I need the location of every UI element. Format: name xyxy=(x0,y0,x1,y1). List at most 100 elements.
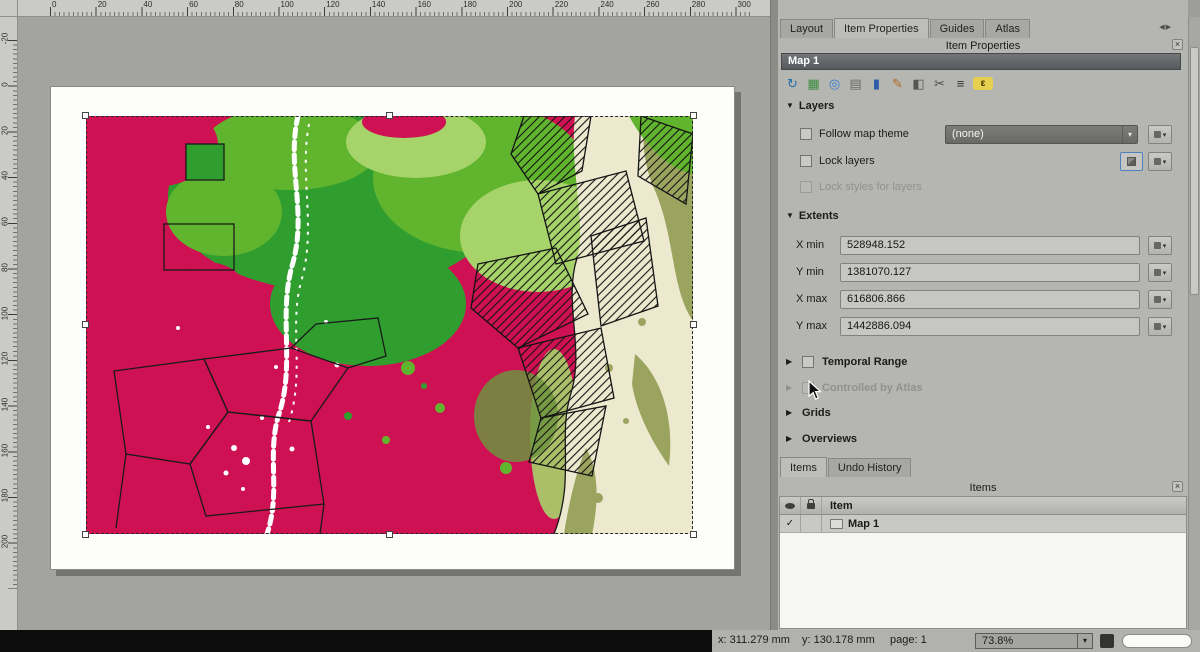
tab-items[interactable]: Items xyxy=(780,457,827,477)
selection-handle[interactable] xyxy=(690,112,697,119)
tab-atlas[interactable]: Atlas xyxy=(985,19,1029,38)
cursor-y-readout: y: 130.178 mm xyxy=(802,634,875,646)
layout-page[interactable] xyxy=(50,86,735,570)
ruler-tick-label: 300 xyxy=(738,0,751,9)
selection-handle[interactable] xyxy=(82,531,89,538)
ruler-tick-label: 80 xyxy=(235,0,244,9)
expand-triangle-icon[interactable]: ▶ xyxy=(786,408,792,417)
data-defined-override-button[interactable]: ▾ xyxy=(1148,263,1172,282)
bottom-tabs: ItemsUndo History xyxy=(780,456,911,477)
lock-layers-menu-button[interactable] xyxy=(1120,152,1143,171)
clipping-settings-icon[interactable]: ✂ xyxy=(931,75,948,92)
selection-handle[interactable] xyxy=(386,112,393,119)
data-defined-override-button[interactable]: ▾ xyxy=(1148,290,1172,309)
data-defined-override-button[interactable]: ▾ xyxy=(1148,317,1172,336)
items-panel-close-icon[interactable]: × xyxy=(1172,481,1183,492)
top-ruler: 0204060801001201401601802002202402602803… xyxy=(18,0,770,17)
left-ruler: -20020406080100120140160180200 xyxy=(0,17,18,630)
item-menu-icon[interactable]: ≡ xyxy=(952,75,969,92)
ruler-tick-label: 40 xyxy=(1,166,10,186)
follow-map-theme-row: Follow map theme (none) ▾ ▾ xyxy=(778,125,1188,145)
data-defined-override-button[interactable]: ▾ xyxy=(1148,236,1172,255)
extent-input[interactable]: 616806.866 xyxy=(840,290,1140,309)
zoom-combo[interactable]: 73.8% ▾ xyxy=(975,633,1093,649)
selection-handle[interactable] xyxy=(386,531,393,538)
item-lock-cell[interactable] xyxy=(801,515,822,532)
ruler-tick-label: 40 xyxy=(143,0,152,9)
bookmark-icon[interactable]: ▮ xyxy=(868,75,885,92)
tab-guides[interactable]: Guides xyxy=(930,19,985,38)
section-temporal-range[interactable]: ▶ Temporal Range xyxy=(778,354,1188,372)
ruler-tick-label: 0 xyxy=(52,0,56,9)
map-toolbar: ↻▦◎▤▮✎◧✂≡ ε xyxy=(784,74,993,92)
data-defined-icon xyxy=(1154,296,1161,303)
expression-icon[interactable]: ε xyxy=(973,77,993,90)
follow-map-theme-checkbox[interactable] xyxy=(800,128,812,140)
tab-item-properties[interactable]: Item Properties xyxy=(834,18,929,38)
tab-layout[interactable]: Layout xyxy=(780,19,833,38)
expand-triangle-icon[interactable]: ▶ xyxy=(786,357,792,366)
panel-scrollbar[interactable] xyxy=(1188,17,1200,630)
item-column-header: Item xyxy=(822,500,853,512)
map-render xyxy=(86,116,693,534)
ruler-tick-label: 20 xyxy=(98,0,107,9)
set-extent-to-map-canvas-icon[interactable]: ▦ xyxy=(805,75,822,92)
selection-handle[interactable] xyxy=(82,321,89,328)
item-properties-close-icon[interactable]: × xyxy=(1172,39,1183,50)
selection-handle[interactable] xyxy=(82,112,89,119)
chevron-down-icon: ▾ xyxy=(1163,296,1167,304)
selection-handle[interactable] xyxy=(690,321,697,328)
lock-styles-checkbox xyxy=(800,181,812,193)
visibility-column-header xyxy=(780,497,801,514)
section-checkbox[interactable] xyxy=(802,356,814,368)
item-properties-panel: LayoutItem PropertiesGuidesAtlas ◀▶ Item… xyxy=(778,0,1188,630)
item-visibility-cell[interactable]: ✓ xyxy=(780,515,801,532)
tab-scroll-icons[interactable]: ◀▶ xyxy=(1159,23,1172,31)
eye-icon xyxy=(785,503,795,509)
update-map-preview-icon[interactable]: ↻ xyxy=(784,75,801,92)
view-extent-in-map-canvas-icon[interactable]: ◎ xyxy=(826,75,843,92)
expand-triangle-icon[interactable]: ▶ xyxy=(786,383,792,392)
collapse-triangle-icon: ▼ xyxy=(786,101,794,110)
ruler-tick-label: 100 xyxy=(281,0,294,9)
tab-undo-history[interactable]: Undo History xyxy=(828,458,912,477)
scrollbar-thumb[interactable] xyxy=(1190,47,1199,295)
data-defined-icon xyxy=(1154,158,1161,165)
labeling-settings-icon[interactable]: ◧ xyxy=(910,75,927,92)
panel-splitter[interactable] xyxy=(770,0,778,630)
section-label: Temporal Range xyxy=(822,356,907,368)
map-item-map-1[interactable] xyxy=(86,116,693,534)
section-grids[interactable]: ▶ Grids xyxy=(778,405,1188,423)
interactively-edit-extent-icon[interactable]: ✎ xyxy=(889,75,906,92)
layers-section-header[interactable]: ▼Layers xyxy=(786,100,834,112)
ruler-tick-label: 240 xyxy=(600,0,613,9)
ruler-tick-label: 0 xyxy=(1,75,10,95)
expand-triangle-icon[interactable]: ▶ xyxy=(786,434,792,443)
ruler-tick-label: 120 xyxy=(326,0,339,9)
lock-layers-checkbox[interactable] xyxy=(800,155,812,167)
extent-input[interactable]: 528948.152 xyxy=(840,236,1140,255)
section-overviews[interactable]: ▶Overviews xyxy=(778,431,1188,449)
layout-canvas[interactable] xyxy=(18,17,770,630)
qgis-layout-window: 0204060801001201401601802002202402602803… xyxy=(0,0,1200,652)
selection-handle[interactable] xyxy=(690,531,697,538)
panel-tabs: LayoutItem PropertiesGuidesAtlas xyxy=(780,17,1030,38)
extents-section-header[interactable]: ▼Extents xyxy=(786,210,839,222)
map-theme-select[interactable]: (none) ▾ xyxy=(945,125,1138,144)
extent-row: X min528948.152▾ xyxy=(778,236,1188,257)
lock-column-header xyxy=(801,497,822,514)
section-controlled-by-atlas[interactable]: ▶Controlled by Atlas xyxy=(778,380,1188,398)
extent-input[interactable]: 1381070.127 xyxy=(840,263,1140,282)
chevron-down-icon: ▾ xyxy=(1163,158,1167,166)
lock-styles-label: Lock styles for layers xyxy=(819,181,922,193)
extent-input[interactable]: 1442886.094 xyxy=(840,317,1140,336)
data-defined-override-button[interactable]: ▾ xyxy=(1148,125,1172,144)
data-defined-override-button[interactable]: ▾ xyxy=(1148,152,1172,171)
item-row[interactable]: ✓Map 1 xyxy=(780,515,1186,533)
set-map-scale-icon[interactable]: ▤ xyxy=(847,75,864,92)
layers-icon xyxy=(1127,157,1136,166)
section-label: Grids xyxy=(802,407,831,419)
zoom-value: 73.8% xyxy=(982,635,1013,647)
ruler-tick-label: 140 xyxy=(372,0,385,9)
statusbar-icon[interactable] xyxy=(1100,634,1114,648)
